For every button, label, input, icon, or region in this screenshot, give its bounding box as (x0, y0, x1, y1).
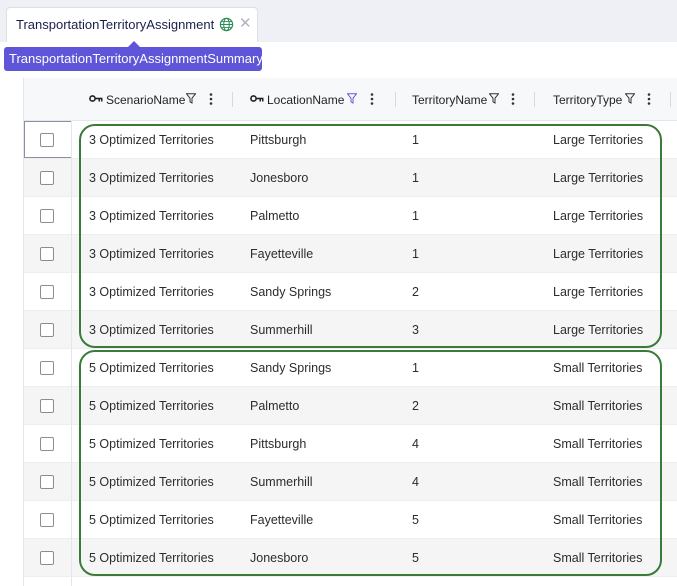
column-header-territory-type[interactable]: TerritoryType (536, 78, 677, 121)
column-label: LocationName (267, 93, 345, 107)
cell-territory-name: 5 (412, 513, 419, 527)
table-row[interactable]: 3 Optimized Territories Pittsburgh 1 Lar… (24, 121, 677, 159)
cell-territory-name: 2 (412, 399, 419, 413)
column-header-location-name[interactable]: LocationName (234, 78, 396, 121)
table-row[interactable]: 3 Optimized Territories Fayetteville 1 L… (24, 235, 677, 273)
cell-location-name: Pittsburgh (250, 437, 307, 451)
cell-territory-name: 2 (412, 285, 419, 299)
cell-location-name: Fayetteville (250, 513, 314, 527)
cell-territory-type: Large Territories (553, 285, 644, 299)
cell-territory-type: Small Territories (553, 361, 643, 375)
cell-territory-name: 1 (412, 133, 419, 147)
cell-territory-name: 4 (412, 437, 419, 451)
table-row[interactable]: 3 Optimized Territories Summerhill 3 Lar… (24, 311, 677, 349)
globe-icon (219, 17, 234, 32)
key-icon (89, 95, 103, 102)
cell-territory-type: Large Territories (553, 323, 644, 337)
filter-icon[interactable] (489, 93, 499, 104)
column-label: ScenarioName (106, 93, 186, 107)
grid-header: ScenarioName LocationName TerritoryName … (24, 78, 677, 121)
cell-scenario-name: 3 Optimized Territories (89, 133, 214, 147)
cell-scenario-name: 3 Optimized Territories (89, 323, 214, 337)
cell-location-name: Palmetto (250, 399, 300, 413)
cell-location-name: Summerhill (250, 475, 313, 489)
cell-location-name: Sandy Springs (250, 285, 332, 299)
data-grid: ScenarioName LocationName TerritoryName … (23, 78, 677, 586)
cell-scenario-name: 5 Optimized Territories (89, 399, 214, 413)
cell-territory-name: 1 (412, 209, 419, 223)
close-icon[interactable]: ✕ (239, 15, 252, 33)
cell-scenario-name: 3 Optimized Territories (89, 285, 214, 299)
cell-location-name: Jonesboro (250, 551, 309, 565)
cell-territory-type: Small Territories (553, 551, 643, 565)
column-label: TerritoryName (412, 93, 488, 107)
cell-scenario-name: 5 Optimized Territories (89, 513, 214, 527)
cell-territory-name: 1 (412, 247, 419, 261)
cell-territory-name: 3 (412, 323, 419, 337)
filter-icon[interactable] (625, 93, 635, 104)
cell-scenario-name: 3 Optimized Territories (89, 171, 214, 185)
cell-territory-type: Large Territories (553, 247, 644, 261)
cell-territory-type: Large Territories (553, 133, 644, 147)
tab-transportation-territory-assignment[interactable]: TransportationTerritoryAssignment ✕ (6, 7, 258, 42)
cell-territory-name: 4 (412, 475, 419, 489)
column-separator[interactable] (534, 92, 535, 107)
table-row[interactable]: 5 Optimized Territories Jonesboro 5 Smal… (24, 539, 677, 577)
table-row[interactable]: 5 Optimized Territories Pittsburgh 4 Sma… (24, 425, 677, 463)
cell-scenario-name: 5 Optimized Territories (89, 437, 214, 451)
cell-scenario-name: 5 Optimized Territories (89, 475, 214, 489)
cell-scenario-name: 3 Optimized Territories (89, 247, 214, 261)
key-icon (250, 95, 264, 102)
cell-territory-type: Small Territories (553, 399, 643, 413)
filter-active-icon[interactable] (347, 93, 357, 104)
column-menu-icon[interactable] (370, 93, 374, 105)
table-row[interactable]: 5 Optimized Territories Sandy Springs 1 … (24, 349, 677, 387)
cell-territory-type: Small Territories (553, 513, 643, 527)
column-separator[interactable] (232, 92, 233, 107)
table-row[interactable]: 5 Optimized Territories Fayetteville 5 S… (24, 501, 677, 539)
cell-location-name: Summerhill (250, 323, 313, 337)
cell-territory-name: 1 (412, 361, 419, 375)
cell-location-name: Sandy Springs (250, 361, 332, 375)
cell-territory-name: 1 (412, 171, 419, 185)
column-menu-icon[interactable] (511, 93, 515, 105)
cell-territory-type: Large Territories (553, 171, 644, 185)
cell-scenario-name: 5 Optimized Territories (89, 551, 214, 565)
table-row[interactable]: 5 Optimized Territories Summerhill 4 Sma… (24, 463, 677, 501)
selection-column (24, 121, 72, 586)
column-menu-icon[interactable] (209, 93, 213, 105)
cell-location-name: Jonesboro (250, 171, 309, 185)
cell-territory-type: Small Territories (553, 437, 643, 451)
cell-scenario-name: 3 Optimized Territories (89, 209, 214, 223)
tab-tooltip: TransportationTerritoryAssignmentSummary (4, 41, 263, 71)
filter-icon[interactable] (186, 93, 196, 104)
column-label: TerritoryType (553, 93, 623, 107)
cell-territory-type: Small Territories (553, 475, 643, 489)
cell-location-name: Fayetteville (250, 247, 314, 261)
cell-territory-type: Large Territories (553, 209, 644, 223)
column-menu-icon[interactable] (647, 93, 651, 105)
column-header-scenario-name[interactable]: ScenarioName (72, 78, 234, 121)
cell-location-name: Pittsburgh (250, 133, 307, 147)
cell-location-name: Palmetto (250, 209, 300, 223)
table-row[interactable]: 3 Optimized Territories Jonesboro 1 Larg… (24, 159, 677, 197)
column-header-territory-name[interactable]: TerritoryName (396, 78, 536, 121)
tab-title: TransportationTerritoryAssignment (16, 17, 214, 32)
table-row[interactable]: 3 Optimized Territories Sandy Springs 2 … (24, 273, 677, 311)
tab-bar: TransportationTerritoryAssignment ✕ (0, 0, 677, 42)
table-row[interactable]: 3 Optimized Territories Palmetto 1 Large… (24, 197, 677, 235)
table-row[interactable]: 5 Optimized Territories Palmetto 2 Small… (24, 387, 677, 425)
cell-scenario-name: 5 Optimized Territories (89, 361, 214, 375)
cell-territory-name: 5 (412, 551, 419, 565)
column-separator[interactable] (670, 92, 671, 107)
